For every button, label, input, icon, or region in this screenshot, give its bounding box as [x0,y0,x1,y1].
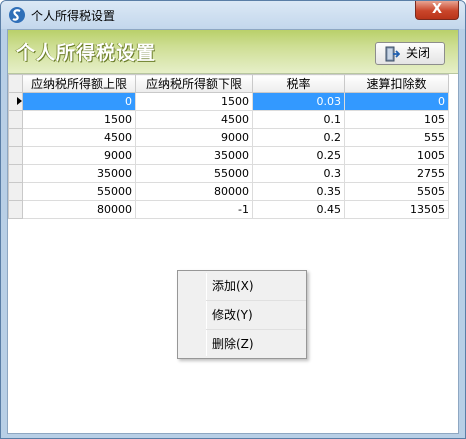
row-header[interactable] [8,164,23,183]
column-header-upper-limit[interactable]: 应纳税所得额上限 [22,74,136,93]
cell-tax-rate[interactable]: 0.25 [252,146,345,165]
header-panel: 个人所得税设置 关闭 [8,30,458,74]
cell-quick-deduction[interactable]: 1005 [344,146,449,165]
cell-upper-limit[interactable]: 35000 [22,164,136,183]
cell-quick-deduction[interactable]: 0 [344,92,449,111]
close-button[interactable]: 关闭 [375,42,445,65]
cell-tax-rate[interactable]: 0.3 [252,164,345,183]
menu-separator [206,329,306,330]
cell-quick-deduction[interactable]: 555 [344,128,449,147]
table-row[interactable]: 9000 35000 0.25 1005 [8,146,449,165]
column-header-lower-limit[interactable]: 应纳税所得额下限 [135,74,253,93]
menu-item-delete[interactable]: 删除(Z) [180,331,304,357]
cell-lower-limit[interactable]: 4500 [135,110,253,129]
cell-lower-limit[interactable]: 1500 [135,92,253,111]
table-row[interactable]: 0 1500 0.03 0 [8,92,449,111]
cell-lower-limit[interactable]: 55000 [135,164,253,183]
table-row[interactable]: 55000 80000 0.35 5505 [8,182,449,201]
row-header-corner[interactable] [8,74,23,93]
cell-upper-limit[interactable]: 0 [22,92,136,111]
context-menu: 添加(X) 修改(Y) 删除(Z) [177,270,307,359]
cell-lower-limit[interactable]: 35000 [135,146,253,165]
table-row[interactable]: 80000 -1 0.45 13505 [8,200,449,219]
table-row[interactable]: 1500 4500 0.1 105 [8,110,449,129]
row-header[interactable] [8,92,23,111]
row-header[interactable] [8,110,23,129]
menu-item-edit[interactable]: 修改(Y) [180,302,304,328]
app-logo-icon [9,7,25,23]
cell-lower-limit[interactable]: 80000 [135,182,253,201]
cell-upper-limit[interactable]: 55000 [22,182,136,201]
grid-header-row: 应纳税所得额上限 应纳税所得额下限 税率 速算扣除数 [8,74,449,93]
page-title: 个人所得税设置 [16,42,157,64]
cell-tax-rate[interactable]: 0.35 [252,182,345,201]
window-close-button[interactable]: X [415,1,459,20]
cell-tax-rate[interactable]: 0.03 [252,92,345,111]
cell-tax-rate[interactable]: 0.1 [252,110,345,129]
row-header[interactable] [8,146,23,165]
cell-quick-deduction[interactable]: 2755 [344,164,449,183]
cell-upper-limit[interactable]: 9000 [22,146,136,165]
table-row[interactable]: 4500 9000 0.2 555 [8,128,449,147]
cell-tax-rate[interactable]: 0.45 [252,200,345,219]
menu-separator [206,300,306,301]
close-icon: X [431,2,443,17]
tax-bracket-grid[interactable]: 应纳税所得额上限 应纳税所得额下限 税率 速算扣除数 0 1500 0.03 0… [8,74,449,219]
cell-lower-limit[interactable]: -1 [135,200,253,219]
cell-lower-limit[interactable]: 9000 [135,128,253,147]
cell-quick-deduction[interactable]: 5505 [344,182,449,201]
app-window: 个人所得税设置 X 个人所得税设置 关闭 应纳税所得额上限 应纳税所得额下限 税… [0,0,466,439]
menu-item-add[interactable]: 添加(X) [180,273,304,299]
window-title: 个人所得税设置 [31,9,116,23]
row-header[interactable] [8,200,23,219]
row-header[interactable] [8,182,23,201]
client-area: 个人所得税设置 关闭 应纳税所得额上限 应纳税所得额下限 税率 速算扣除数 0 … [7,29,459,434]
cell-upper-limit[interactable]: 1500 [22,110,136,129]
door-exit-icon [385,46,400,62]
table-row[interactable]: 35000 55000 0.3 2755 [8,164,449,183]
cell-quick-deduction[interactable]: 13505 [344,200,449,219]
cell-quick-deduction[interactable]: 105 [344,110,449,129]
current-row-arrow-icon [17,97,22,105]
title-bar[interactable]: 个人所得税设置 X [1,1,465,29]
close-button-label: 关闭 [406,46,431,60]
row-header[interactable] [8,128,23,147]
cell-tax-rate[interactable]: 0.2 [252,128,345,147]
column-header-quick-deduction[interactable]: 速算扣除数 [344,74,449,93]
column-header-tax-rate[interactable]: 税率 [252,74,345,93]
cell-upper-limit[interactable]: 4500 [22,128,136,147]
cell-upper-limit[interactable]: 80000 [22,200,136,219]
